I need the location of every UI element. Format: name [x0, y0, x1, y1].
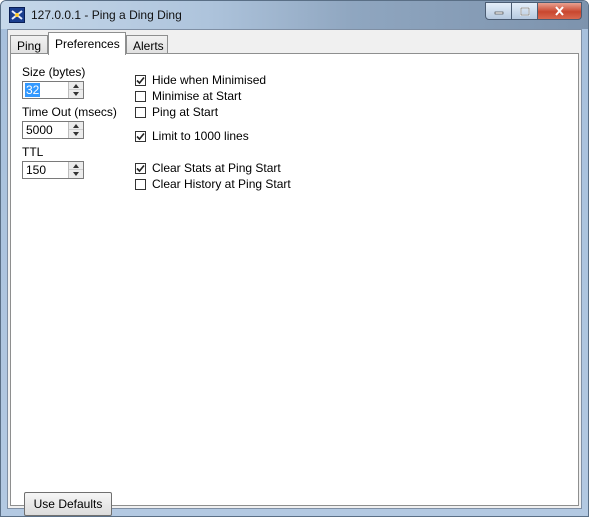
close-button[interactable]	[538, 2, 582, 20]
minimize-button[interactable]	[485, 2, 512, 20]
checkbox-box[interactable]	[135, 74, 146, 86]
minimise-at-start-checkbox[interactable]: Minimise at Start	[135, 89, 241, 103]
checkbox-box[interactable]	[135, 162, 146, 174]
checkbox-label: Minimise at Start	[152, 89, 242, 103]
checkbox-box[interactable]	[135, 130, 146, 142]
use-defaults-button[interactable]: Use Defaults	[24, 492, 112, 516]
arrow-up-icon	[73, 163, 79, 168]
timeout-increment-button[interactable]	[69, 122, 83, 130]
size-input[interactable]: 32	[25, 83, 41, 97]
checkbox-box[interactable]	[135, 106, 146, 118]
tab-preferences[interactable]: Preferences	[48, 32, 126, 55]
window-title: 127.0.0.1 - Ping a Ding Ding	[31, 8, 182, 22]
ttl-input[interactable]: 150	[25, 163, 47, 177]
checkbox-box[interactable]	[135, 178, 146, 190]
checkbox-label: Hide when Minimised	[152, 73, 267, 87]
timeout-label: Time Out (msecs)	[22, 105, 117, 119]
ttl-decrement-button[interactable]	[69, 170, 83, 178]
timeout-input[interactable]: 5000	[25, 123, 54, 137]
ttl-spinner[interactable]: 150	[22, 161, 84, 179]
checkbox-label: Clear Stats at Ping Start	[152, 161, 281, 175]
ttl-increment-button[interactable]	[69, 162, 83, 170]
arrow-down-icon	[73, 132, 79, 136]
size-spinner[interactable]: 32	[22, 81, 84, 99]
size-increment-button[interactable]	[69, 82, 83, 90]
arrow-up-icon	[73, 123, 79, 128]
title-bar[interactable]: 127.0.0.1 - Ping a Ding Ding	[1, 1, 588, 29]
clear-stats-checkbox[interactable]: Clear Stats at Ping Start	[135, 161, 281, 175]
window-controls	[485, 2, 582, 21]
ttl-label: TTL	[22, 145, 44, 159]
checkbox-label: Ping at Start	[152, 105, 219, 119]
app-window: 127.0.0.1 - Ping a Ding Ding Ping Prefer…	[0, 0, 589, 517]
hide-when-minimised-checkbox[interactable]: Hide when Minimised	[135, 73, 266, 87]
tab-ping[interactable]: Ping	[10, 35, 48, 54]
timeout-decrement-button[interactable]	[69, 130, 83, 138]
checkmark-icon	[136, 76, 145, 84]
size-decrement-button[interactable]	[69, 90, 83, 98]
arrow-down-icon	[73, 172, 79, 176]
maximize-button[interactable]	[512, 2, 538, 20]
checkbox-box[interactable]	[135, 90, 146, 102]
timeout-spinner[interactable]: 5000	[22, 121, 84, 139]
ping-at-start-checkbox[interactable]: Ping at Start	[135, 105, 218, 119]
arrow-down-icon	[73, 92, 79, 96]
size-label: Size (bytes)	[22, 65, 86, 79]
close-icon	[555, 6, 564, 16]
checkbox-label: Clear History at Ping Start	[152, 177, 291, 191]
preferences-panel: Size (bytes) 32 Time Out (msecs) 5000 TT…	[10, 53, 579, 516]
checkmark-icon	[136, 164, 145, 172]
checkmark-icon	[136, 132, 145, 140]
maximize-icon	[519, 6, 530, 16]
client-area: Ping Preferences Alerts Size (bytes) 32 …	[7, 29, 582, 516]
tab-alerts[interactable]: Alerts	[126, 35, 168, 54]
arrow-up-icon	[73, 83, 79, 88]
minimize-icon	[494, 11, 503, 15]
checkbox-label: Limit to 1000 lines	[152, 129, 249, 143]
limit-lines-checkbox[interactable]: Limit to 1000 lines	[135, 129, 249, 143]
app-icon[interactable]	[9, 7, 25, 23]
clear-history-checkbox[interactable]: Clear History at Ping Start	[135, 177, 291, 191]
